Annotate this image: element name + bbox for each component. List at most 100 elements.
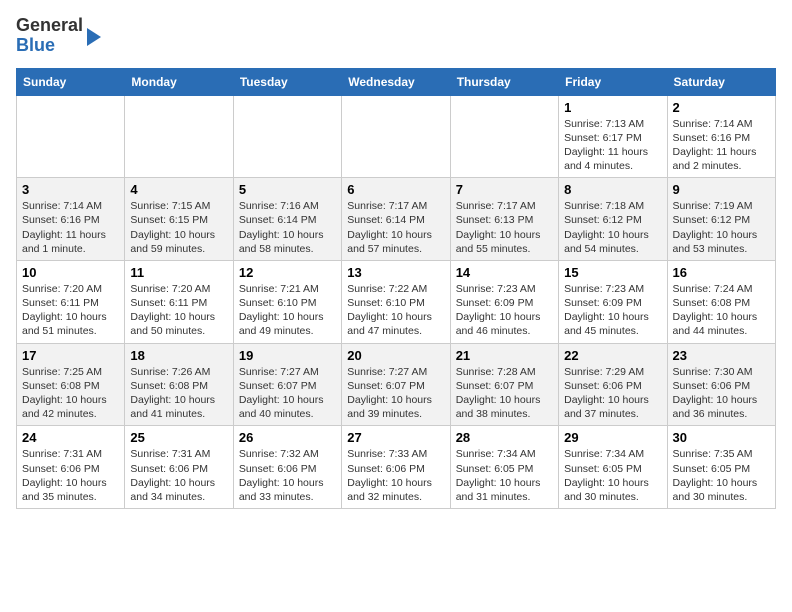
calendar-day-24: 24Sunrise: 7:31 AMSunset: 6:06 PMDayligh…: [17, 426, 125, 509]
calendar-day-5: 5 Sunrise: 7:16 AMSunset: 6:14 PMDaylight…: [233, 178, 341, 261]
calendar-day-18: 18 Sunrise: 7:26 AMSunset: 6:08 PMDayligh…: [125, 343, 233, 426]
day-number: 27: [347, 430, 444, 445]
calendar-day-20: 20Sunrise: 7:27 AMSunset: 6:07 PMDayligh…: [342, 343, 450, 426]
day-number: 21: [456, 348, 553, 363]
day-number: 15: [564, 265, 661, 280]
day-info: Sunrise: 7:26 AMSunset: 6:08 PMDaylight:…: [130, 365, 227, 422]
day-info: Sunrise: 7:33 AMSunset: 6:06 PMDaylight:…: [347, 447, 444, 504]
day-info: Sunrise: 7:30 AMSunset: 6:06 PMDaylight:…: [673, 365, 770, 422]
weekday-header-tuesday: Tuesday: [233, 68, 341, 95]
logo: General Blue: [16, 16, 101, 56]
weekday-header-row: SundayMondayTuesdayWednesdayThursdayFrid…: [17, 68, 776, 95]
day-info: Sunrise: 7:27 AMSunset: 6:07 PMDaylight:…: [239, 365, 336, 422]
day-info: Sunrise: 7:34 AMSunset: 6:05 PMDaylight:…: [564, 447, 661, 504]
day-number: 5: [239, 182, 336, 197]
calendar-day-10: 10 Sunrise: 7:20 AMSunset: 6:11 PMDayligh…: [17, 260, 125, 343]
calendar-day-17: 17Sunrise: 7:25 AMSunset: 6:08 PMDayligh…: [17, 343, 125, 426]
day-info: Sunrise: 7:17 AMSunset: 6:13 PMDaylight:…: [456, 199, 553, 256]
calendar-day-13: 13 Sunrise: 7:22 AMSunset: 6:10 PMDayligh…: [342, 260, 450, 343]
calendar-day-19: 19 Sunrise: 7:27 AMSunset: 6:07 PMDayligh…: [233, 343, 341, 426]
calendar-day-23: 23 Sunrise: 7:30 AMSunset: 6:06 PMDayligh…: [667, 343, 775, 426]
weekday-header-wednesday: Wednesday: [342, 68, 450, 95]
day-info: Sunrise: 7:24 AMSunset: 6:08 PMDaylight:…: [673, 282, 770, 339]
day-info: Sunrise: 7:22 AMSunset: 6:10 PMDaylight:…: [347, 282, 444, 339]
calendar-day-29: 29 Sunrise: 7:34 AMSunset: 6:05 PMDayligh…: [559, 426, 667, 509]
calendar-table: SundayMondayTuesdayWednesdayThursdayFrid…: [16, 68, 776, 509]
calendar-day-empty: [233, 95, 341, 178]
day-info: Sunrise: 7:20 AMSunset: 6:11 PMDaylight:…: [130, 282, 227, 339]
day-number: 10: [22, 265, 119, 280]
calendar-day-15: 15 Sunrise: 7:23 AMSunset: 6:09 PMDayligh…: [559, 260, 667, 343]
calendar-day-1: 1 Sunrise: 7:13 AMSunset: 6:17 PMDaylight…: [559, 95, 667, 178]
calendar-day-8: 8Sunrise: 7:18 AMSunset: 6:12 PMDaylight…: [559, 178, 667, 261]
day-info: Sunrise: 7:28 AMSunset: 6:07 PMDaylight:…: [456, 365, 553, 422]
calendar-day-empty: [342, 95, 450, 178]
day-info: Sunrise: 7:34 AMSunset: 6:05 PMDaylight:…: [456, 447, 553, 504]
weekday-header-thursday: Thursday: [450, 68, 558, 95]
day-number: 9: [673, 182, 770, 197]
day-number: 26: [239, 430, 336, 445]
calendar-day-26: 26 Sunrise: 7:32 AMSunset: 6:06 PMDayligh…: [233, 426, 341, 509]
calendar-day-7: 7 Sunrise: 7:17 AMSunset: 6:13 PMDaylight…: [450, 178, 558, 261]
calendar-week-row: 17Sunrise: 7:25 AMSunset: 6:08 PMDayligh…: [17, 343, 776, 426]
weekday-header-monday: Monday: [125, 68, 233, 95]
calendar-day-6: 6Sunrise: 7:17 AMSunset: 6:14 PMDaylight…: [342, 178, 450, 261]
day-info: Sunrise: 7:31 AMSunset: 6:06 PMDaylight:…: [130, 447, 227, 504]
calendar-day-12: 12 Sunrise: 7:21 AMSunset: 6:10 PMDayligh…: [233, 260, 341, 343]
calendar-day-2: 2 Sunrise: 7:14 AMSunset: 6:16 PMDaylight…: [667, 95, 775, 178]
weekday-header-friday: Friday: [559, 68, 667, 95]
day-number: 1: [564, 100, 661, 115]
day-number: 24: [22, 430, 119, 445]
day-number: 20: [347, 348, 444, 363]
day-number: 12: [239, 265, 336, 280]
day-number: 17: [22, 348, 119, 363]
day-info: Sunrise: 7:23 AMSunset: 6:09 PMDaylight:…: [564, 282, 661, 339]
logo-general: General: [16, 15, 83, 35]
calendar-day-30: 30 Sunrise: 7:35 AMSunset: 6:05 PMDayligh…: [667, 426, 775, 509]
day-number: 19: [239, 348, 336, 363]
weekday-header-sunday: Sunday: [17, 68, 125, 95]
day-info: Sunrise: 7:21 AMSunset: 6:10 PMDaylight:…: [239, 282, 336, 339]
day-info: Sunrise: 7:14 AMSunset: 6:16 PMDaylight:…: [673, 117, 770, 174]
logo-arrow-icon: [87, 28, 101, 46]
day-info: Sunrise: 7:13 AMSunset: 6:17 PMDaylight:…: [564, 117, 661, 174]
day-number: 25: [130, 430, 227, 445]
day-info: Sunrise: 7:20 AMSunset: 6:11 PMDaylight:…: [22, 282, 119, 339]
calendar-day-9: 9 Sunrise: 7:19 AMSunset: 6:12 PMDaylight…: [667, 178, 775, 261]
calendar-day-14: 14Sunrise: 7:23 AMSunset: 6:09 PMDayligh…: [450, 260, 558, 343]
day-info: Sunrise: 7:16 AMSunset: 6:14 PMDaylight:…: [239, 199, 336, 256]
day-info: Sunrise: 7:29 AMSunset: 6:06 PMDaylight:…: [564, 365, 661, 422]
day-number: 22: [564, 348, 661, 363]
calendar-day-empty: [125, 95, 233, 178]
calendar-day-21: 21 Sunrise: 7:28 AMSunset: 6:07 PMDayligh…: [450, 343, 558, 426]
calendar-day-11: 11 Sunrise: 7:20 AMSunset: 6:11 PMDayligh…: [125, 260, 233, 343]
day-info: Sunrise: 7:32 AMSunset: 6:06 PMDaylight:…: [239, 447, 336, 504]
logo-blue: Blue: [16, 35, 55, 55]
day-info: Sunrise: 7:35 AMSunset: 6:05 PMDaylight:…: [673, 447, 770, 504]
page-header: General Blue: [16, 16, 776, 56]
day-number: 23: [673, 348, 770, 363]
calendar-week-row: 1 Sunrise: 7:13 AMSunset: 6:17 PMDaylight…: [17, 95, 776, 178]
day-number: 2: [673, 100, 770, 115]
day-info: Sunrise: 7:18 AMSunset: 6:12 PMDaylight:…: [564, 199, 661, 256]
calendar-day-28: 28 Sunrise: 7:34 AMSunset: 6:05 PMDayligh…: [450, 426, 558, 509]
day-number: 7: [456, 182, 553, 197]
calendar-day-22: 22 Sunrise: 7:29 AMSunset: 6:06 PMDayligh…: [559, 343, 667, 426]
day-info: Sunrise: 7:19 AMSunset: 6:12 PMDaylight:…: [673, 199, 770, 256]
day-number: 16: [673, 265, 770, 280]
day-number: 30: [673, 430, 770, 445]
day-info: Sunrise: 7:14 AMSunset: 6:16 PMDaylight:…: [22, 199, 119, 256]
day-number: 18: [130, 348, 227, 363]
day-number: 13: [347, 265, 444, 280]
calendar-day-4: 4Sunrise: 7:15 AMSunset: 6:15 PMDaylight…: [125, 178, 233, 261]
calendar-week-row: 3Sunrise: 7:14 AMSunset: 6:16 PMDaylight…: [17, 178, 776, 261]
day-number: 28: [456, 430, 553, 445]
weekday-header-saturday: Saturday: [667, 68, 775, 95]
day-number: 11: [130, 265, 227, 280]
day-number: 4: [130, 182, 227, 197]
calendar-week-row: 10 Sunrise: 7:20 AMSunset: 6:11 PMDayligh…: [17, 260, 776, 343]
day-info: Sunrise: 7:17 AMSunset: 6:14 PMDaylight:…: [347, 199, 444, 256]
calendar-day-25: 25 Sunrise: 7:31 AMSunset: 6:06 PMDayligh…: [125, 426, 233, 509]
day-number: 29: [564, 430, 661, 445]
calendar-day-empty: [450, 95, 558, 178]
